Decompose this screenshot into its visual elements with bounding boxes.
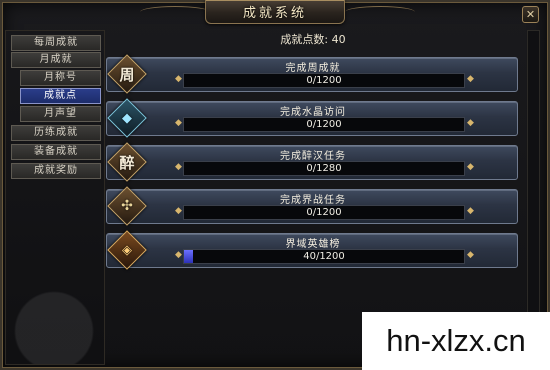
achievement-row: 周 完成周成就 ◆ 0/1200 ◆: [106, 54, 518, 94]
achievement-row: 醉 完成醉汉任务 ◆ 0/1280 ◆: [106, 142, 518, 182]
ornament-arrow-left-icon: ◆: [175, 118, 182, 128]
window-title: 成就系统: [242, 6, 307, 21]
achievement-title: 完成水晶访问: [280, 107, 346, 118]
ornament-arrow-left-icon: ◆: [175, 162, 182, 172]
sidebar-item-label: 每周成就: [34, 37, 78, 48]
ornament-arrow-left-icon: ◆: [175, 74, 182, 84]
achievement-points-total: 成就点数: 40: [280, 33, 346, 46]
achievement-row: ✣ 完成界战任务 ◆ 0/1200 ◆: [106, 186, 518, 226]
title-ornament-left: [140, 6, 210, 18]
progress-bar: 0/1200: [183, 73, 465, 88]
ornament-arrow-left-icon: ◆: [175, 250, 182, 260]
sidebar-item-label: 成就点: [44, 90, 77, 101]
sidebar: 每周成就 月成就 月称号 成就点 月声望 历练成就 装备成就 成就奖励: [5, 30, 105, 365]
sidebar-item-label: 装备成就: [34, 146, 78, 157]
achievement-title: 完成界战任务: [280, 195, 346, 206]
progress-bar: 0/1280: [183, 161, 465, 176]
achievement-row: ◆ 完成水晶访问 ◆ 0/1200 ◆: [106, 98, 518, 138]
sidebar-item-label: 月成就: [39, 54, 73, 65]
sidebar-item-achievement-points[interactable]: 成就点: [20, 88, 101, 104]
sidebar-item-monthly-reputation[interactable]: 月声望: [20, 106, 101, 122]
window-title-plate: 成就系统: [205, 0, 345, 24]
achievement-title: 完成周成就: [285, 63, 341, 74]
progress-text: 0/1280: [306, 163, 342, 174]
achievement-title: 完成醉汉任务: [280, 151, 346, 162]
achievement-row: ◈ 界域英雄榜 ◆ 40/1200 ◆: [106, 230, 518, 270]
progress-bar: 0/1200: [183, 205, 465, 220]
progress-text: 40/1200: [303, 251, 345, 262]
ornament-arrow-right-icon: ◆: [467, 162, 474, 172]
progress-text: 0/1200: [306, 207, 342, 218]
ornament-arrow-right-icon: ◆: [467, 118, 474, 128]
ornament-arrow-right-icon: ◆: [467, 74, 474, 84]
close-icon: ✕: [525, 8, 536, 21]
sidebar-item-monthly-achievements[interactable]: 月成就: [11, 52, 101, 68]
achievement-title: 界域英雄榜: [285, 239, 341, 250]
site-watermark: hn-xlzx.cn: [362, 312, 550, 370]
ornament-arrow-left-icon: ◆: [175, 206, 182, 216]
sidebar-item-training-achievements[interactable]: 历练成就: [11, 125, 101, 141]
title-ornament-right: [345, 6, 415, 18]
sidebar-item-achievement-rewards[interactable]: 成就奖励: [11, 163, 101, 179]
sidebar-item-monthly-title[interactable]: 月称号: [20, 70, 101, 86]
sidebar-item-label: 历练成就: [34, 127, 78, 138]
sidebar-item-weekly-achievements[interactable]: 每周成就: [11, 35, 101, 51]
progress-text: 0/1200: [306, 119, 342, 130]
sidebar-item-label: 成就奖励: [34, 165, 78, 176]
close-button[interactable]: ✕: [522, 6, 539, 23]
progress-bar: 0/1200: [183, 117, 465, 132]
progress-text: 0/1200: [306, 75, 342, 86]
sidebar-item-label: 月称号: [44, 72, 77, 83]
progress-bar: 40/1200: [183, 249, 465, 264]
sidebar-item-equipment-achievements[interactable]: 装备成就: [11, 144, 101, 160]
ornament-arrow-right-icon: ◆: [467, 250, 474, 260]
ornament-arrow-right-icon: ◆: [467, 206, 474, 216]
sidebar-item-label: 月声望: [44, 108, 77, 119]
